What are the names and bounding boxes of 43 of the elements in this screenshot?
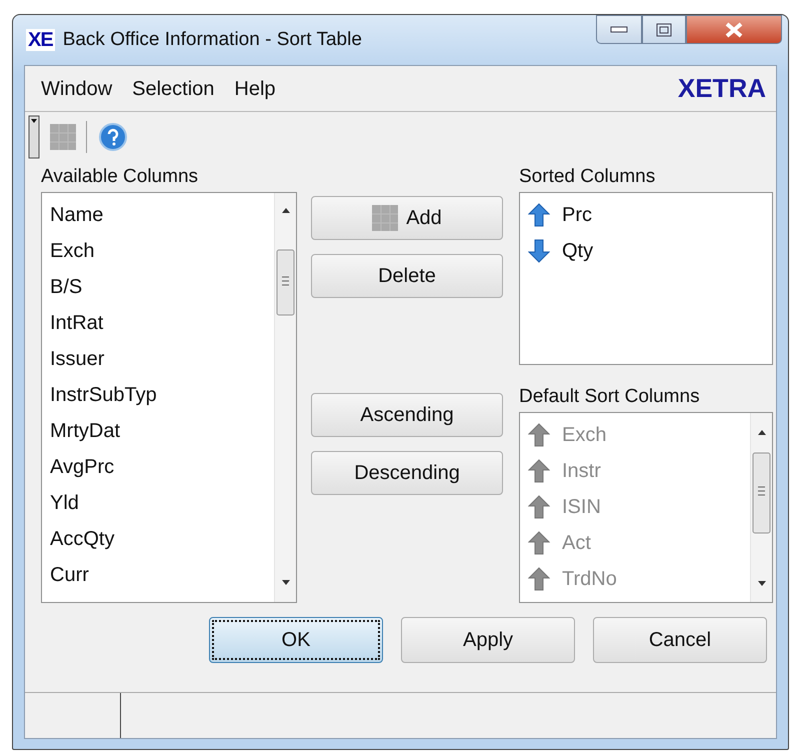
list-label: Sorted Columns <box>519 165 656 189</box>
list-item[interactable]: Qty <box>562 233 594 269</box>
action-button[interactable]: Descending <box>311 451 503 495</box>
list-item[interactable]: AvgPrc <box>42 449 274 485</box>
list-label: Available Columns <box>41 165 200 189</box>
available-columns-list[interactable]: Name Exch B/S IntRat Issuer InstrSubTyp MrtyDat AvgPrc Yld AccQty Curr <box>41 192 297 603</box>
list-item[interactable]: Yld <box>42 485 274 521</box>
list-item[interactable]: IntRat <box>42 305 274 341</box>
list-item[interactable]: B/S <box>42 269 274 305</box>
help-icon[interactable] <box>98 122 128 152</box>
list-item[interactable]: MrtyDat <box>42 413 274 449</box>
minimize-button[interactable] <box>596 15 642 44</box>
scrollbar[interactable] <box>274 193 296 602</box>
list-item[interactable]: Issuer <box>42 341 274 377</box>
maximize-button[interactable] <box>642 15 686 44</box>
sorted-columns-list[interactable]: Prc Qty <box>519 192 773 365</box>
dialog-button[interactable]: Apply <box>401 617 575 663</box>
grid-icon <box>372 205 398 231</box>
window-title: Back Office Information - Sort Table <box>62 28 362 52</box>
list-item[interactable]: Prc <box>562 197 592 233</box>
list-item[interactable]: AccQty <box>42 521 274 557</box>
minimize-icon <box>610 26 628 34</box>
menu-item[interactable]: Window <box>31 74 122 104</box>
close-button[interactable] <box>686 15 782 44</box>
list-item[interactable]: InstrSubTyp <box>42 377 274 413</box>
action-button[interactable]: Ascending <box>311 393 503 437</box>
dialog-button[interactable]: OK <box>209 617 383 663</box>
menu-item[interactable]: Selection <box>122 74 224 104</box>
close-icon <box>725 22 743 38</box>
maximize-icon <box>656 22 672 36</box>
toolbar-separator <box>86 121 88 153</box>
brand-logo: XETRA <box>678 72 767 105</box>
action-button[interactable]: Add <box>311 196 503 240</box>
scrollbar[interactable] <box>750 413 772 602</box>
action-button[interactable]: Delete <box>311 254 503 298</box>
list-label: Default Sort Columns <box>519 385 701 409</box>
menu-item[interactable]: Help <box>224 74 286 104</box>
list-item[interactable]: Curr <box>42 557 274 593</box>
list-item[interactable]: Name <box>42 197 274 233</box>
toolbar-grip-icon[interactable] <box>28 115 40 159</box>
app-logo: XE <box>26 29 55 51</box>
dialog-button[interactable]: Cancel <box>593 617 767 663</box>
list-item[interactable]: Exch <box>42 233 274 269</box>
